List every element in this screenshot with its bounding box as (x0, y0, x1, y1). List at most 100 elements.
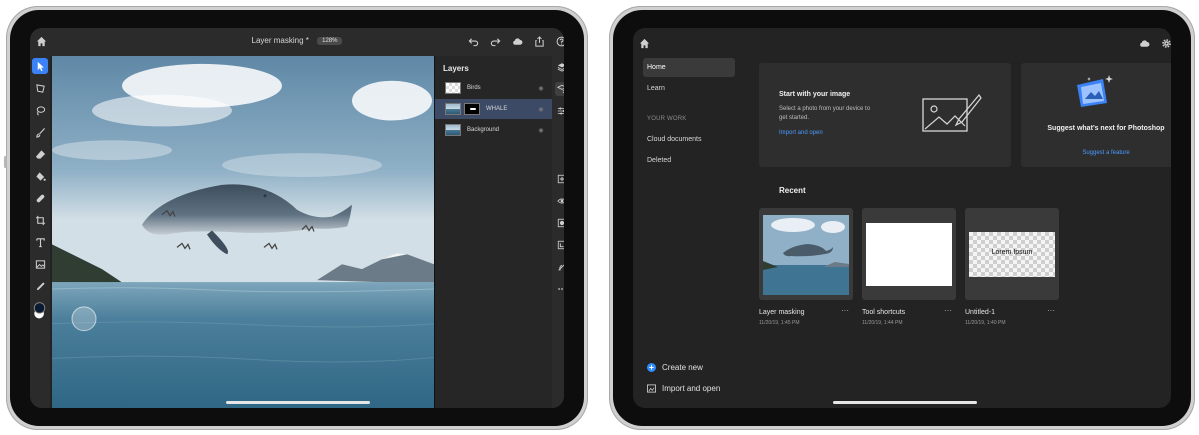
layer-properties-icon[interactable] (555, 82, 564, 96)
recent-document-date: 11/20/19, 1:40 PM (965, 320, 1006, 326)
start-card-title: Start with your image (779, 91, 851, 98)
recent-document-name: Tool shortcuts (862, 309, 906, 316)
recent-document-thumbnail[interactable] (759, 208, 853, 300)
home-indicator (226, 401, 370, 404)
recent-document-card[interactable]: Tool shortcuts ··· 11/20/19, 1:44 PM (862, 208, 956, 326)
suggest-feature-card[interactable]: Suggest what’s next for Photoshop Sugges… (1021, 63, 1171, 167)
clipping-icon[interactable] (555, 238, 564, 252)
healing-tool-icon[interactable] (32, 190, 48, 206)
recent-section-label: Recent (779, 186, 806, 195)
more-options-icon[interactable]: ··· (944, 306, 952, 315)
recent-document-name: Untitled-1 (965, 309, 995, 316)
recent-document-card[interactable]: Layer masking ··· 11/20/19, 1:45 PM (759, 208, 853, 326)
cloud-icon[interactable] (510, 34, 524, 48)
layers-panel: Layers Birds ◉ WHALE ◉ Background ◉ (434, 56, 552, 408)
more-icon[interactable] (555, 282, 564, 296)
more-options-icon[interactable]: ··· (841, 306, 849, 315)
recent-document-date: 11/20/19, 1:44 PM (862, 320, 903, 326)
recent-document-name: Layer masking (759, 309, 805, 316)
idea-illustration-icon (1077, 75, 1113, 107)
layer-masking-preview (763, 215, 849, 295)
lasso-tool-icon[interactable] (32, 102, 48, 118)
layer-row-birds[interactable]: Birds ◉ (435, 78, 552, 98)
layer-row-whale[interactable]: WHALE ◉ (435, 99, 552, 119)
type-tool-icon[interactable] (32, 234, 48, 250)
transparent-canvas-preview: Lorem Ipsum (969, 232, 1055, 277)
eye-icon[interactable]: ◉ (536, 127, 546, 134)
layers-icon[interactable] (555, 60, 564, 74)
image-edit-illustration-icon (922, 93, 982, 132)
document-name: Layer masking * (251, 36, 309, 45)
recent-document-thumbnail[interactable] (862, 208, 956, 300)
home-icon[interactable] (637, 36, 651, 50)
editor-top-bar: Layer masking * 128% (30, 28, 564, 56)
eyedropper-icon[interactable] (32, 278, 48, 294)
crop-tool-icon[interactable] (32, 212, 48, 228)
fill-tool-icon[interactable] (32, 168, 48, 184)
blank-canvas-preview (866, 223, 952, 286)
place-image-icon[interactable] (32, 256, 48, 272)
settings-gear-icon[interactable] (1159, 36, 1171, 50)
preview-text: Lorem Ipsum (991, 249, 1033, 256)
recent-document-date: 11/20/19, 1:45 PM (759, 320, 800, 326)
help-icon[interactable] (554, 34, 564, 48)
start-card-description: Select a photo from your device to get s… (779, 106, 871, 121)
home-top-bar (633, 28, 1171, 58)
recent-document-card[interactable]: Lorem Ipsum Untitled-1 ··· 11/20/19, 1:4… (965, 208, 1059, 326)
recent-document-thumbnail[interactable]: Lorem Ipsum (965, 208, 1059, 300)
layer-mask-thumbnail[interactable] (464, 103, 480, 115)
canvas-image (52, 56, 434, 408)
eye-icon[interactable]: ◉ (536, 85, 546, 92)
mask-icon[interactable] (555, 216, 564, 230)
share-icon[interactable] (532, 34, 546, 48)
import-image-icon (647, 384, 656, 393)
import-and-open-label: Import and open (662, 384, 721, 393)
import-and-open-link[interactable]: Import and open (779, 130, 823, 136)
zoom-level[interactable]: 128% (317, 37, 343, 45)
layer-name: WHALE (486, 106, 508, 112)
device-button (4, 156, 7, 168)
layer-thumbnail (445, 82, 461, 94)
nav-item-cloud-documents[interactable]: Cloud documents (643, 130, 735, 149)
layer-thumbnail (445, 124, 461, 136)
create-new-label: Create new (662, 363, 703, 372)
suggest-feature-link[interactable]: Suggest a feature (1041, 150, 1171, 156)
your-work-section-label: YOUR WORK (647, 116, 687, 122)
adjustments-icon[interactable] (555, 104, 564, 118)
suggest-card-title: Suggest what’s next for Photoshop (1047, 125, 1165, 132)
eye-icon[interactable]: ◉ (536, 106, 546, 113)
nav-item-learn[interactable]: Learn (643, 79, 735, 98)
ipad-bezel: Home Learn YOUR WORK Cloud documents Del… (613, 10, 1191, 426)
layer-row-background[interactable]: Background ◉ (435, 120, 552, 140)
document-title[interactable]: Layer masking * 128% (30, 36, 564, 45)
more-options-icon[interactable]: ··· (1047, 306, 1055, 315)
redo-icon[interactable] (488, 34, 502, 48)
nav-item-home[interactable]: Home (643, 58, 735, 77)
layers-panel-title: Layers (443, 64, 469, 73)
ipad-editor-frame: Layer masking * 128% Layers Birds ◉ WHAL… (4, 6, 588, 430)
eraser-tool-icon[interactable] (32, 146, 48, 162)
ipad-bezel: Layer masking * 128% Layers Birds ◉ WHAL… (10, 10, 584, 426)
visibility-icon[interactable] (555, 194, 564, 208)
start-with-image-card[interactable]: Start with your image Select a photo fro… (759, 63, 1011, 167)
layer-thumbnail (445, 103, 461, 115)
brush-tool-icon[interactable] (32, 124, 48, 140)
document-canvas[interactable] (52, 56, 434, 408)
cloud-icon[interactable] (1137, 36, 1151, 50)
transform-tool-icon[interactable] (32, 80, 48, 96)
layer-name: Background (467, 127, 500, 133)
create-new-button[interactable]: Create new (647, 363, 703, 372)
tool-bar (30, 56, 50, 408)
undo-icon[interactable] (466, 34, 480, 48)
import-and-open-button[interactable]: Import and open (647, 384, 720, 393)
color-swatch[interactable] (32, 300, 48, 322)
properties-rail (552, 56, 564, 408)
plus-circle-icon (647, 363, 656, 372)
home-screen: Home Learn YOUR WORK Cloud documents Del… (633, 28, 1171, 408)
ipad-home-frame: Home Learn YOUR WORK Cloud documents Del… (609, 6, 1195, 430)
move-tool-icon[interactable] (32, 58, 48, 74)
home-indicator (833, 401, 977, 404)
add-layer-icon[interactable] (555, 172, 564, 186)
refine-edge-icon[interactable] (555, 260, 564, 274)
nav-item-deleted[interactable]: Deleted (643, 151, 735, 170)
